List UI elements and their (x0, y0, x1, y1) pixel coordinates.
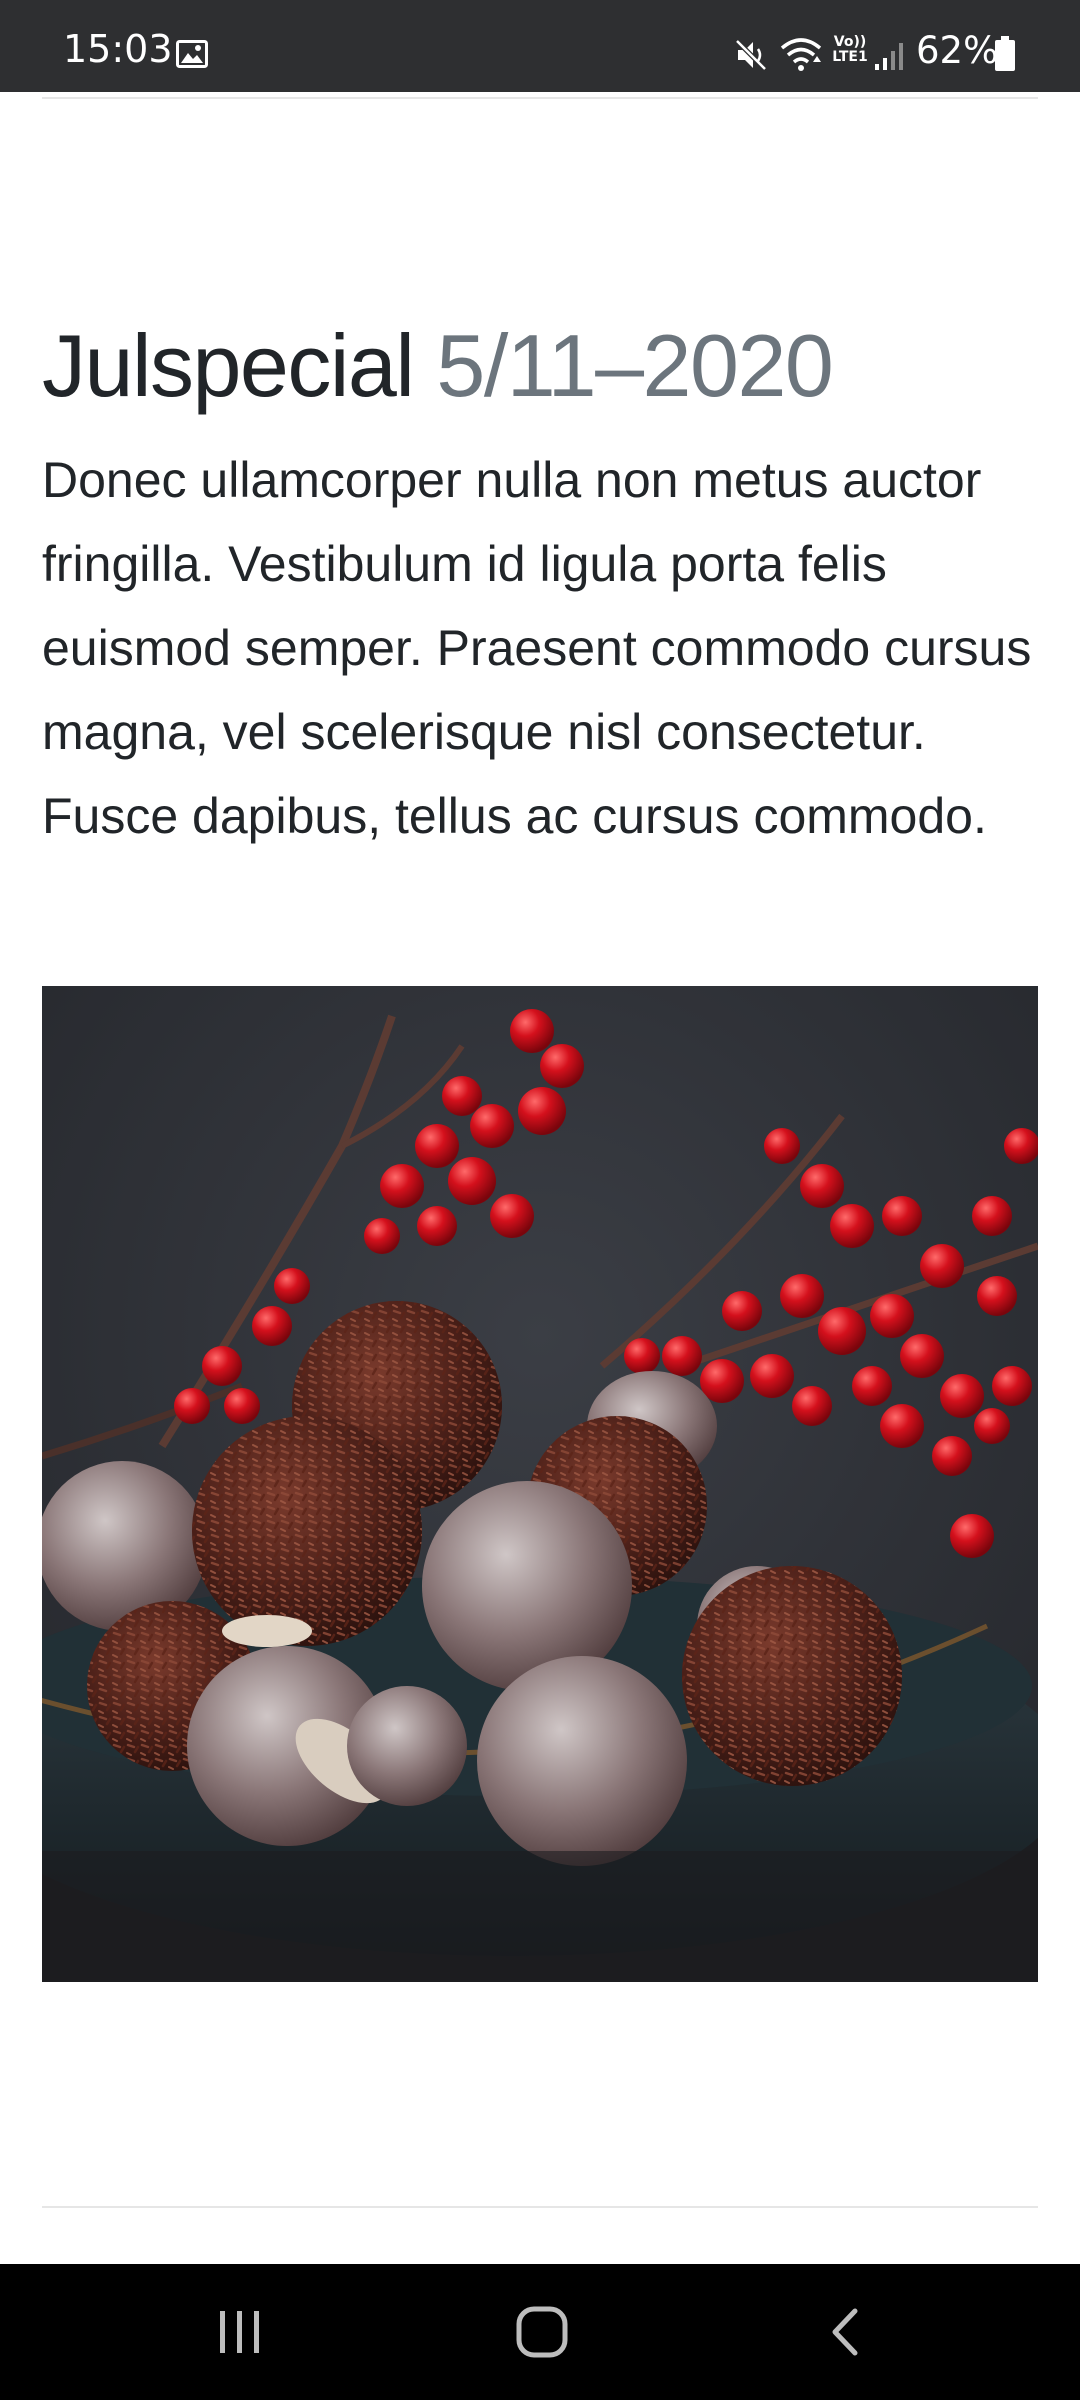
wifi-icon (780, 38, 822, 71)
status-time: 15:03 (63, 27, 173, 71)
volte-icon: Vo)) LTE1 (829, 35, 871, 71)
home-icon (516, 2306, 568, 2358)
top-divider (42, 97, 1038, 99)
back-button[interactable] (744, 2264, 944, 2400)
screen: 15:03 Vo)) LTE1 62% Julspecial 5/11–2020… (0, 0, 1080, 2400)
bottom-divider (42, 2206, 1038, 2208)
back-icon (832, 2308, 858, 2356)
article-heading: Julspecial 5/11–2020 (42, 316, 1042, 415)
battery-icon (995, 36, 1015, 71)
signal-icon (875, 43, 903, 70)
recents-button[interactable] (140, 2264, 340, 2400)
volte-bottom-label: LTE1 (832, 49, 868, 65)
recents-icon (220, 2311, 259, 2353)
battery-percentage: 62% (916, 29, 999, 72)
article-image (42, 986, 1038, 1982)
mute-icon (735, 39, 767, 71)
volte-top-label: Vo)) (833, 34, 867, 50)
gallery-icon (176, 40, 208, 68)
article-body: Donec ullamcorper nulla non metus auctor… (42, 452, 1032, 844)
home-button[interactable] (442, 2264, 642, 2400)
navigation-bar (0, 2264, 1080, 2400)
article-date: 5/11–2020 (436, 316, 833, 415)
status-bar: 15:03 Vo)) LTE1 62% (0, 0, 1080, 92)
article-title: Julspecial (42, 316, 415, 415)
